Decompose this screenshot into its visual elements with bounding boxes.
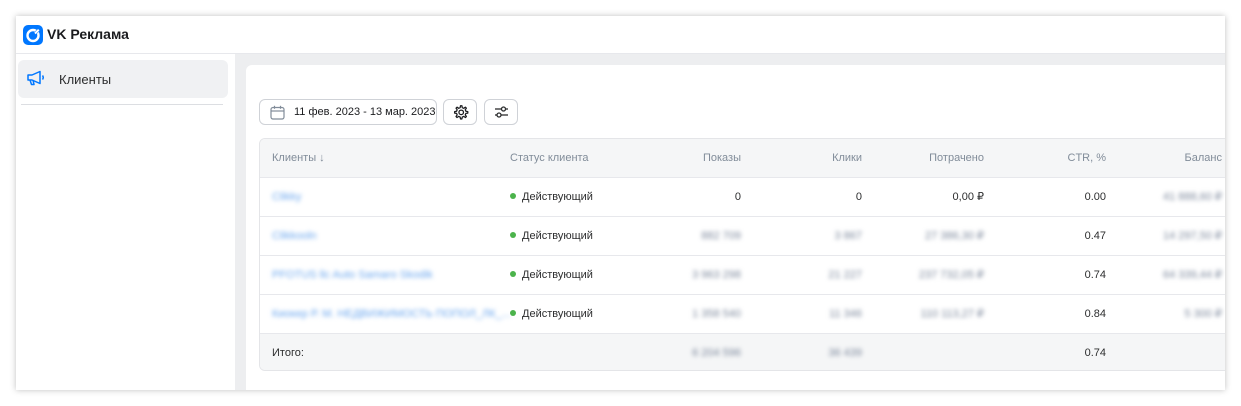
table-row: Киокер Р. М. НЕДВИЖИМОСТЬ ПОПОЛ_ЛК_... Д… <box>260 295 1225 334</box>
clients-table: Клиенты ↓ Статус клиента Показы Клики По… <box>259 138 1225 371</box>
table-row: PFOTUS llc Auto Samaro Skodik Действующи… <box>260 256 1225 295</box>
total-ctr: 0.74 <box>1084 347 1106 359</box>
status-label: Действующий <box>522 269 593 281</box>
balance-cell: 64 339,44 ₽ <box>1163 269 1222 281</box>
sliders-icon <box>495 106 508 118</box>
total-clicks: 36 439 <box>828 347 862 359</box>
client-link[interactable]: Киокер Р. М. НЕДВИЖИМОСТЬ ПОПОЛ_ЛК_... <box>272 295 511 333</box>
column-header-status[interactable]: Статус клиента <box>510 139 640 177</box>
clicks-cell: 11 346 <box>829 308 862 320</box>
status-cell: Действующий <box>510 178 640 216</box>
column-header-clicks[interactable]: Клики <box>741 139 862 177</box>
spent-cell: 237 732,05 ₽ <box>918 269 984 281</box>
columns-settings-button[interactable] <box>484 99 518 125</box>
status-dot <box>510 193 516 199</box>
clicks-cell: 0 <box>855 191 862 203</box>
date-range-button[interactable]: 11 фев. 2023 - 13 мар. 2023 <box>259 99 437 125</box>
table-row: Сlikkooln Действующий 882 709 3 867 27 3… <box>260 217 1225 256</box>
status-cell: Действующий <box>510 256 640 294</box>
clients-card: 11 фев. 2023 - 13 мар. 2023 Клиенты ↓ Ст… <box>246 65 1225 390</box>
clicks-cell: 3 867 <box>834 230 862 242</box>
status-dot <box>510 310 516 316</box>
calendar-icon <box>270 105 285 125</box>
clicks-cell: 21 227 <box>828 269 862 281</box>
column-header-ctr[interactable]: CTR, % <box>984 139 1107 177</box>
column-header-clients[interactable]: Клиенты ↓ <box>272 139 498 177</box>
client-link[interactable]: Сlikkooln <box>272 217 498 255</box>
spent-cell: 110 113,27 ₽ <box>920 308 984 320</box>
ctr-cell: 0.74 <box>1084 269 1106 281</box>
balance-cell: 41 888,60 ₽ <box>1163 191 1222 203</box>
spent-cell: 0,00 ₽ <box>952 191 984 203</box>
status-label: Действующий <box>522 230 593 242</box>
gear-icon <box>453 105 469 120</box>
table-total-row: Итого: 6 204 596 36 439 0.74 <box>260 334 1225 370</box>
date-range-label: 11 фев. 2023 - 13 мар. 2023 <box>294 106 436 118</box>
table-header: Клиенты ↓ Статус клиента Показы Клики По… <box>260 139 1225 178</box>
sidebar-item-clients[interactable]: Клиенты <box>18 60 228 98</box>
ctr-cell: 0.84 <box>1084 308 1106 320</box>
sidebar-item-label: Клиенты <box>59 72 112 87</box>
balance-cell: 5 300 ₽ <box>1184 308 1222 320</box>
total-views: 6 204 596 <box>692 347 741 359</box>
top-bar: VK Реклама <box>16 16 1225 54</box>
column-header-views[interactable]: Показы <box>640 139 741 177</box>
sidebar-divider <box>21 104 223 105</box>
status-cell: Действующий <box>510 295 640 333</box>
client-link[interactable]: Сlikky <box>272 178 498 216</box>
ctr-cell: 0.00 <box>1084 191 1106 203</box>
app-window: VK Реклама Клиенты 11 фев. 2023 - 13 мар… <box>16 16 1225 390</box>
megaphone-icon <box>26 70 46 91</box>
views-cell: 1 358 540 <box>692 308 741 320</box>
views-cell: 0 <box>734 191 741 203</box>
ctr-cell: 0.47 <box>1084 230 1106 242</box>
status-dot <box>510 271 516 277</box>
total-label: Итого: <box>272 347 304 359</box>
vk-ads-logo-icon <box>23 25 43 45</box>
spent-cell: 27 386,30 ₽ <box>925 230 984 242</box>
views-cell: 882 709 <box>701 230 741 242</box>
status-label: Действующий <box>522 191 593 203</box>
status-cell: Действующий <box>510 217 640 255</box>
settings-button[interactable] <box>443 99 477 125</box>
status-label: Действующий <box>522 308 593 320</box>
column-header-balance[interactable]: Баланс <box>1106 139 1222 177</box>
table-row: Сlikky Действующий 0 0 0,00 ₽ 0.00 41 88… <box>260 178 1225 217</box>
sidebar: Клиенты <box>16 54 235 390</box>
views-cell: 3 963 298 <box>692 269 741 281</box>
app-brand[interactable]: VK Реклама <box>47 26 129 42</box>
status-dot <box>510 232 516 238</box>
client-link[interactable]: PFOTUS llc Auto Samaro Skodik <box>272 256 498 294</box>
balance-cell: 14 297,50 ₽ <box>1163 230 1222 242</box>
column-header-spent[interactable]: Потрачено <box>862 139 984 177</box>
